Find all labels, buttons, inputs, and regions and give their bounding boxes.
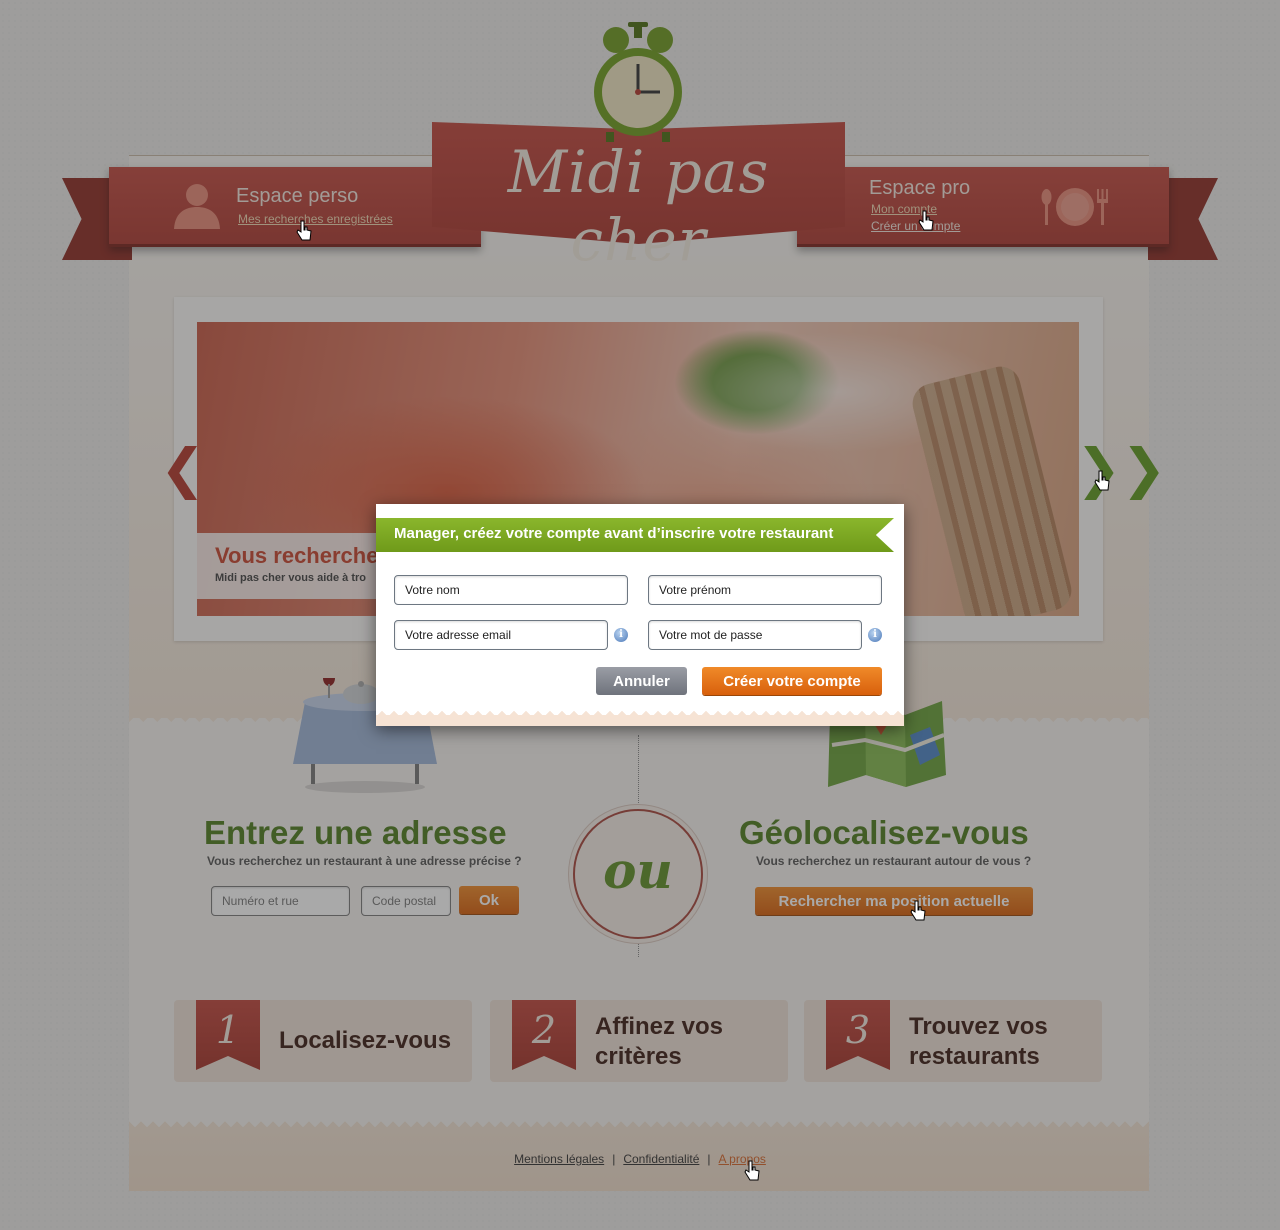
last-name-input[interactable] <box>394 575 628 605</box>
modal-title: Manager, créez votre compte avant d’insc… <box>394 525 834 542</box>
email-input[interactable] <box>394 620 608 650</box>
create-account-modal: Manager, créez votre compte avant d’insc… <box>376 504 904 726</box>
email-info-icon[interactable]: i <box>614 628 628 642</box>
hand-cursor-icon <box>918 210 934 231</box>
hand-cursor-icon <box>744 1160 760 1181</box>
password-info-icon[interactable]: i <box>868 628 882 642</box>
cancel-button[interactable]: Annuler <box>596 667 687 695</box>
modal-zigzag-footer <box>376 707 904 726</box>
hand-cursor-icon <box>1094 470 1110 491</box>
first-name-input[interactable] <box>648 575 882 605</box>
password-input[interactable] <box>648 620 862 650</box>
create-account-button[interactable]: Créer votre compte <box>702 667 882 695</box>
hand-cursor-icon <box>296 220 312 241</box>
hand-cursor-icon <box>910 900 926 921</box>
